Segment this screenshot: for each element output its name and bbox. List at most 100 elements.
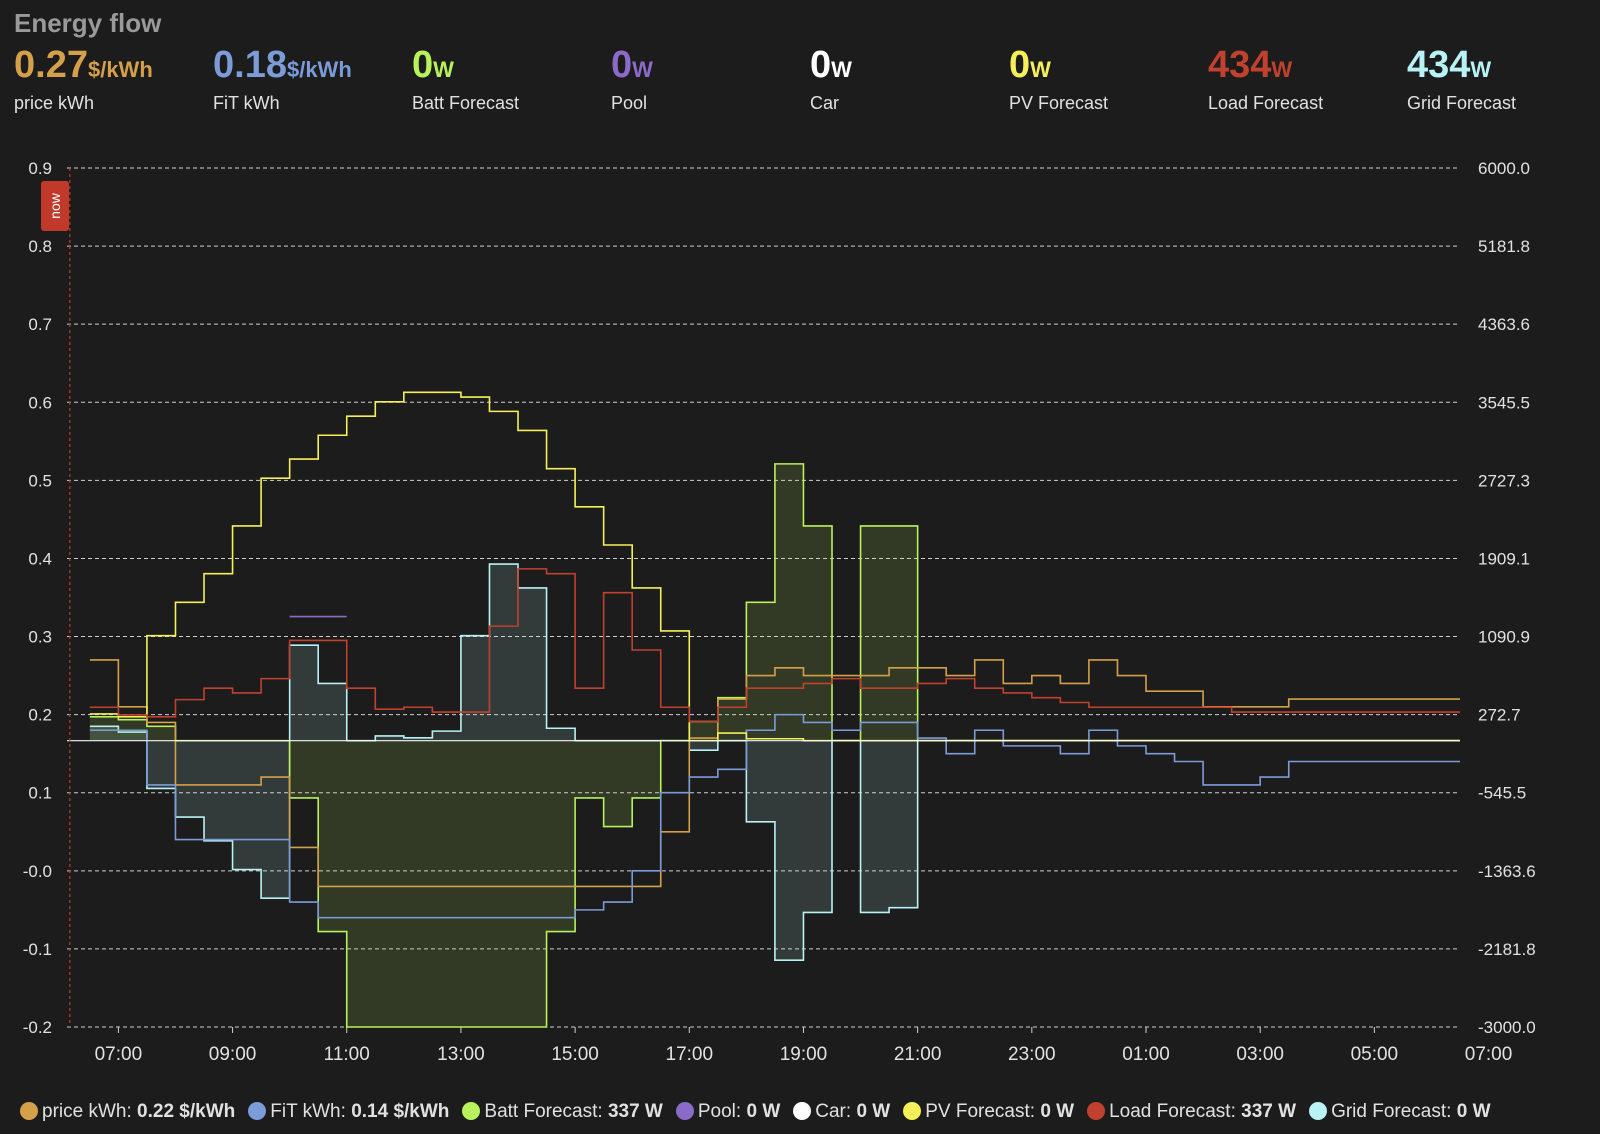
y-right-tick-label: -1363.6 — [1478, 862, 1536, 881]
legend-item-car[interactable]: Car: 0 W — [793, 1101, 890, 1123]
stat-price-kwh: 0.27$/kWh price kWh — [14, 42, 153, 114]
legend-value: 0.14 $/kWh — [351, 1101, 450, 1122]
y-right-tick-label: 6000.0 — [1478, 159, 1530, 178]
legend-value: 0 W — [1040, 1101, 1075, 1122]
legend-dot-icon — [793, 1102, 812, 1120]
legend-dot-icon — [248, 1102, 267, 1120]
stat-number: 0 — [611, 44, 633, 86]
legend-item-batt-forecast[interactable]: Batt Forecast: 337 W — [462, 1101, 663, 1123]
stat-label: Load Forecast — [1208, 93, 1324, 113]
x-tick-label: 17:00 — [666, 1044, 714, 1065]
legend-name: Car: — [815, 1101, 857, 1122]
stat-label: Pool — [611, 93, 648, 113]
y-left-tick-label: -0.1 — [23, 940, 52, 959]
stat-unit: W — [831, 57, 852, 82]
stat-fit-kwh: 0.18$/kWh FiT kWh — [213, 42, 352, 114]
stats-bar: 0.27$/kWh price kWh 0.18$/kWh FiT kWh 0W Batt… — [14, 42, 1600, 122]
legend-item-fit-kwh[interactable]: FiT kWh: 0.14 $/kWh — [248, 1101, 449, 1123]
legend-item-price-kwh[interactable]: price kWh: 0.22 $/kWh — [20, 1101, 235, 1123]
stat-number: 0.18 — [213, 44, 287, 86]
y-left-tick-label: 0.8 — [28, 237, 52, 256]
y-left-tick-label: 0.1 — [28, 784, 52, 803]
stat-pool: 0W Pool — [611, 42, 653, 114]
chart-title: Energy flow — [14, 8, 162, 38]
x-tick-label: 11:00 — [324, 1044, 370, 1065]
x-tick-label: 03:00 — [1236, 1044, 1284, 1065]
stat-label: price kWh — [14, 93, 95, 113]
stat-load-forecast: 434W Load Forecast — [1208, 42, 1323, 114]
stat-pv-forecast: 0W PV Forecast — [1009, 42, 1108, 114]
stat-unit: W — [433, 57, 454, 82]
energy-flow-chart: 0.9 6000.0 0.8 5181.8 0.7 4363.6 0.6 3545.5 0.5 2… — [23, 159, 1536, 1065]
stat-number: 434 — [1407, 44, 1471, 86]
stat-label: Grid Forecast — [1407, 93, 1517, 113]
legend-name: FiT kWh: — [270, 1101, 352, 1122]
legend-value: 337 W — [607, 1101, 663, 1122]
stat-unit: W — [1030, 57, 1051, 82]
legend-name: Pool: — [697, 1101, 747, 1122]
stat-number: 0.27 — [14, 44, 88, 86]
y-left-tick-label: -0.2 — [23, 1018, 52, 1037]
y-left-tick-label: 0.9 — [28, 159, 52, 178]
legend-name: Batt Forecast: — [484, 1101, 608, 1122]
x-tick-label: 07:00 — [95, 1044, 143, 1065]
y-right-tick-label: 1909.1 — [1478, 549, 1530, 568]
y-right-tick-label: 5181.8 — [1478, 237, 1530, 256]
legend-item-pv-forecast[interactable]: PV Forecast: 0 W — [903, 1101, 1074, 1123]
y-right-tick-label: 272.7 — [1478, 706, 1521, 725]
stat-value: 0W — [810, 42, 852, 93]
legend-item-grid-forecast[interactable]: Grid Forecast: 0 W — [1309, 1101, 1491, 1123]
stat-label: Car — [810, 93, 840, 113]
x-tick-label: 19:00 — [780, 1044, 828, 1065]
stat-grid-forecast: 434W Grid Forecast — [1407, 42, 1516, 114]
stat-number: 0 — [412, 44, 434, 86]
legend-name: price kWh: — [42, 1101, 138, 1122]
stat-batt-forecast: 0W Batt Forecast — [412, 42, 519, 114]
y-right-tick-label: 1090.9 — [1478, 628, 1530, 647]
y-right-tick-label: 4363.6 — [1478, 315, 1530, 334]
legend-value: 0 W — [1456, 1101, 1491, 1122]
stat-number: 0 — [1009, 44, 1031, 86]
stat-unit: $/kWh — [286, 57, 352, 82]
y-right-tick-label: -2181.8 — [1478, 940, 1536, 959]
chart-legend: price kWh: 0.22 $/kWh FiT kWh: 0.14 $/kWh… — [20, 1101, 1600, 1131]
y-left-tick-label: 0.2 — [28, 706, 52, 725]
stat-unit: W — [632, 57, 653, 82]
legend-value: 0.22 $/kWh — [137, 1101, 236, 1122]
legend-dot-icon — [1087, 1102, 1106, 1120]
stat-unit: W — [1470, 57, 1492, 82]
legend-item-pool[interactable]: Pool: 0 W — [675, 1101, 781, 1123]
y-left-tick-label: -0.0 — [23, 862, 52, 881]
stat-value: 0.18$/kWh — [213, 42, 352, 93]
legend-dot-icon — [462, 1102, 481, 1120]
stat-value: 434W — [1407, 42, 1516, 93]
y-left-tick-label: 0.5 — [28, 471, 52, 490]
y-left-tick-label: 0.4 — [28, 549, 52, 568]
x-tick-label: 09:00 — [209, 1044, 257, 1065]
legend-dot-icon — [20, 1102, 38, 1120]
stat-car: 0W Car — [810, 42, 852, 114]
stat-value: 434W — [1208, 42, 1323, 93]
stat-number: 0 — [810, 44, 832, 86]
legend-dot-icon — [675, 1102, 694, 1120]
now-marker: now — [41, 181, 69, 231]
stat-number: 434 — [1208, 44, 1272, 86]
legend-dot-icon — [1309, 1102, 1328, 1120]
y-left-tick-label: 0.3 — [28, 628, 52, 647]
y-left-tick-label: 0.7 — [28, 315, 52, 334]
x-tick-label: 21:00 — [894, 1044, 942, 1065]
legend-name: Load Forecast: — [1109, 1101, 1242, 1122]
legend-value: 0 W — [856, 1101, 891, 1122]
y-right-tick-label: 3545.5 — [1478, 393, 1530, 412]
stat-value: 0.27$/kWh — [14, 42, 153, 93]
stat-unit: W — [1271, 57, 1293, 82]
legend-item-load-forecast[interactable]: Load Forecast: 337 W — [1087, 1101, 1296, 1123]
y-right-tick-label: -3000.0 — [1478, 1018, 1536, 1037]
stat-unit: $/kWh — [87, 57, 153, 82]
stat-label: FiT kWh — [213, 93, 280, 113]
legend-value: 0 W — [746, 1101, 781, 1122]
stat-label: PV Forecast — [1009, 93, 1109, 113]
x-tick-label: 01:00 — [1122, 1044, 1170, 1065]
legend-value: 337 W — [1241, 1101, 1297, 1122]
legend-name: PV Forecast: — [925, 1101, 1041, 1122]
